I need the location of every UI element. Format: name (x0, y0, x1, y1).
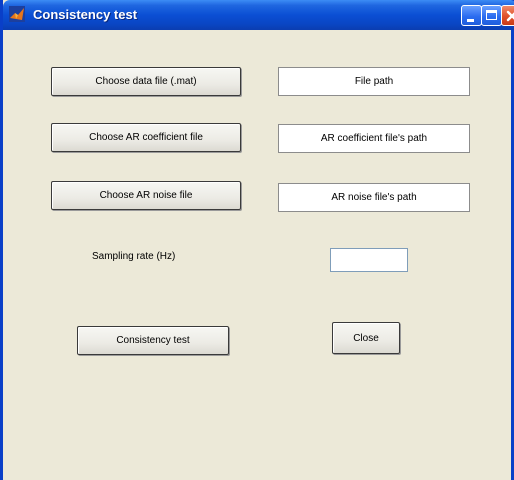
choose-data-file-button[interactable]: Choose data file (.mat) (51, 67, 241, 96)
minimize-button[interactable] (461, 5, 482, 26)
minimize-icon (467, 19, 474, 22)
maximize-icon (486, 10, 497, 20)
data-file-path-display: File path (278, 67, 470, 96)
choose-ar-coefficient-file-button[interactable]: Choose AR coefficient file (51, 123, 241, 152)
close-icon (506, 10, 514, 22)
matlab-figure-icon (9, 6, 25, 22)
consistency-test-button[interactable]: Consistency test (77, 326, 229, 355)
close-button[interactable]: Close (332, 322, 400, 354)
choose-ar-noise-file-button[interactable]: Choose AR noise file (51, 181, 241, 210)
figure-window: Consistency test Choose data file (.mat)… (0, 0, 514, 480)
sampling-rate-label: Sampling rate (Hz) (92, 251, 176, 262)
close-window-button[interactable] (501, 5, 514, 26)
window-title: Consistency test (33, 7, 138, 22)
sampling-rate-input[interactable] (330, 248, 408, 272)
ar-coefficient-file-path-display: AR coefficient file's path (278, 124, 470, 153)
ar-noise-file-path-display: AR noise file's path (278, 183, 470, 212)
maximize-button[interactable] (481, 5, 502, 26)
title-bar[interactable]: Consistency test (3, 0, 514, 30)
